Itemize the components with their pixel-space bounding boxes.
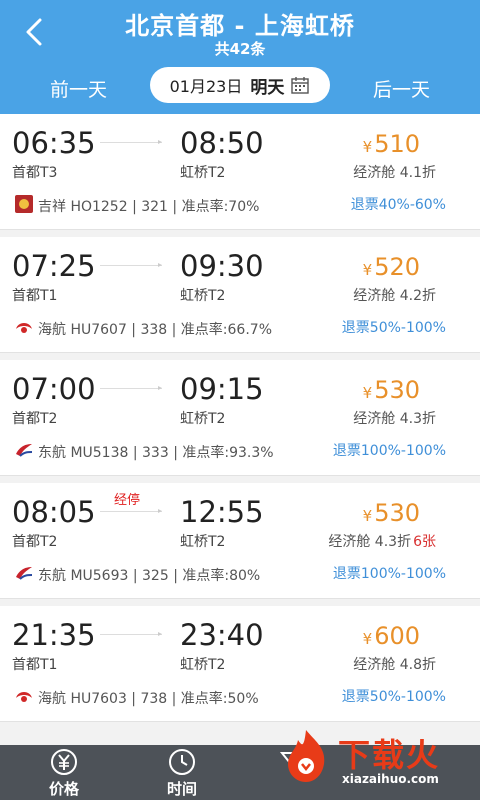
- arrival-time: 09:15: [180, 372, 264, 406]
- airline-text: 东航 MU5138 | 333 | 准点率:93.3%: [38, 445, 274, 461]
- departure-terminal: 首都T1: [12, 657, 58, 673]
- airline-text: 东航 MU5693 | 325 | 准点率:80%: [38, 568, 261, 584]
- price: ¥520: [363, 253, 420, 281]
- price: ¥600: [363, 622, 420, 650]
- departure-time: 07:00: [12, 372, 96, 406]
- seats-left: 6张: [413, 534, 436, 550]
- airline-info: 东航 MU5138 | 333 | 准点率:93.3%: [14, 440, 274, 464]
- price-value: 520: [374, 253, 420, 281]
- price: ¥530: [363, 499, 420, 527]
- price-value: 600: [374, 622, 420, 650]
- flight-card[interactable]: 07:00 09:15 首都T2 虹桥T2 东航 MU5138 | 333 | 准点率:…: [0, 360, 480, 476]
- arrival-time: 23:40: [180, 618, 264, 652]
- flame-logo-icon: [288, 730, 325, 782]
- arrival-terminal: 虹桥T2: [180, 657, 226, 673]
- tab-time-label: 时间: [166, 780, 197, 798]
- flight-card[interactable]: 08:05 经停 12:55 首都T2 虹桥T2 东航 MU5693 | 325 | 准点…: [0, 483, 480, 599]
- arrival-terminal: 虹桥T2: [180, 411, 226, 427]
- route-line: [100, 263, 162, 267]
- cabin-discount: 经济舱 4.1折: [353, 162, 436, 182]
- watermark-text: 下载火: [338, 736, 441, 774]
- refund-policy[interactable]: 退票50%-100%: [342, 317, 446, 337]
- route-line: [100, 140, 162, 144]
- next-day-button[interactable]: 后一天: [373, 75, 430, 102]
- currency-symbol: ¥: [362, 261, 373, 279]
- yen-icon: [51, 749, 77, 775]
- arrival-terminal: 虹桥T2: [180, 288, 226, 304]
- airline-text: 海航 HU7603 | 738 | 准点率:50%: [38, 691, 259, 707]
- flight-card[interactable]: 21:35 23:40 首都T1 虹桥T2 海航 HU7603 | 738 | 准点率:…: [0, 606, 480, 722]
- route-title: 北京首都 - 上海虹桥: [125, 12, 355, 40]
- currency-symbol: ¥: [362, 507, 373, 525]
- route-line: [100, 509, 162, 513]
- cabin-discount: 经济舱 4.3折: [353, 408, 436, 428]
- airline-text: 海航 HU7607 | 338 | 准点率:66.7%: [38, 322, 273, 338]
- route-line: [100, 386, 162, 390]
- arrival-time: 08:50: [180, 126, 264, 160]
- clock-icon: [169, 749, 195, 775]
- price: ¥510: [363, 130, 420, 158]
- departure-time: 06:35: [12, 126, 96, 160]
- cabin-text: 经济舱 4.2折: [353, 288, 436, 304]
- price-value: 530: [374, 376, 420, 404]
- tab-time[interactable]: 时间: [152, 747, 212, 799]
- departure-time: 08:05: [12, 495, 96, 529]
- result-count: 共42条: [214, 40, 266, 58]
- currency-symbol: ¥: [362, 138, 373, 156]
- watermark-url: xiazaihuo.com: [342, 772, 439, 786]
- day-label: 明天: [250, 77, 285, 98]
- bottom-tab-bar: 价格 时间 下载火 xiazaihuo.com: [0, 730, 480, 800]
- hainan-logo-icon: [14, 686, 38, 710]
- flight-card[interactable]: 07:25 09:30 首都T1 虹桥T2 海航 HU7607 | 338 | 准点率:…: [0, 237, 480, 353]
- airline-info: 海航 HU7607 | 338 | 准点率:66.7%: [14, 317, 272, 341]
- flight-list: 06:35 08:50 首都T3 虹桥T2 吉祥 HO1252 | 321 | 准点率:…: [0, 114, 480, 729]
- cabin-discount: 经济舱 4.3折 6张: [328, 531, 436, 551]
- cabin-text: 经济舱 4.3折: [328, 534, 412, 550]
- stopover-badge: 经停: [114, 493, 141, 508]
- prev-day-button[interactable]: 前一天: [50, 75, 107, 102]
- arrival-time: 12:55: [180, 495, 264, 529]
- cabin-discount: 经济舱 4.2折: [353, 285, 436, 305]
- flight-card[interactable]: 06:35 08:50 首都T3 虹桥T2 吉祥 HO1252 | 321 | 准点率:…: [0, 114, 480, 230]
- airline-info: 吉祥 HO1252 | 321 | 准点率:70%: [14, 194, 259, 218]
- refund-policy[interactable]: 退票100%-100%: [333, 440, 446, 460]
- departure-terminal: 首都T3: [12, 165, 58, 181]
- hainan-logo-icon: [14, 317, 38, 341]
- date-text: 01月23日: [169, 77, 243, 96]
- refund-policy[interactable]: 退票40%-60%: [351, 194, 446, 214]
- departure-time: 21:35: [12, 618, 96, 652]
- watermark: 下载火 xiazaihuo.com: [272, 724, 472, 794]
- price-value: 530: [374, 499, 420, 527]
- arrival-time: 09:30: [180, 249, 264, 283]
- departure-time: 07:25: [12, 249, 96, 283]
- juneyao-logo-icon: [14, 194, 38, 218]
- route-line: [100, 632, 162, 636]
- cabin-text: 经济舱 4.1折: [353, 165, 436, 181]
- departure-terminal: 首都T2: [12, 534, 58, 550]
- price: ¥530: [363, 376, 420, 404]
- tab-price[interactable]: 价格: [34, 747, 94, 799]
- airline-info: 海航 HU7603 | 738 | 准点率:50%: [14, 686, 259, 710]
- tab-price-label: 价格: [48, 780, 79, 798]
- airline-info: 东航 MU5693 | 325 | 准点率:80%: [14, 563, 260, 587]
- calendar-icon: [291, 77, 310, 94]
- arrival-terminal: 虹桥T2: [180, 165, 226, 181]
- arrival-terminal: 虹桥T2: [180, 534, 226, 550]
- departure-terminal: 首都T1: [12, 288, 58, 304]
- china-eastern-logo-icon: [14, 563, 38, 587]
- header: 北京首都 - 上海虹桥 共42条 前一天 01月23日 明天 后一天: [0, 0, 480, 114]
- airline-text: 吉祥 HO1252 | 321 | 准点率:70%: [38, 199, 260, 215]
- cabin-discount: 经济舱 4.8折: [353, 654, 436, 674]
- currency-symbol: ¥: [362, 630, 373, 648]
- refund-policy[interactable]: 退票50%-100%: [342, 686, 446, 706]
- price-value: 510: [374, 130, 420, 158]
- cabin-text: 经济舱 4.3折: [353, 411, 436, 427]
- cabin-text: 经济舱 4.8折: [353, 657, 436, 673]
- china-eastern-logo-icon: [14, 440, 38, 464]
- currency-symbol: ¥: [362, 384, 373, 402]
- refund-policy[interactable]: 退票100%-100%: [333, 563, 446, 583]
- date-picker[interactable]: 01月23日 明天: [150, 67, 330, 103]
- departure-terminal: 首都T2: [12, 411, 58, 427]
